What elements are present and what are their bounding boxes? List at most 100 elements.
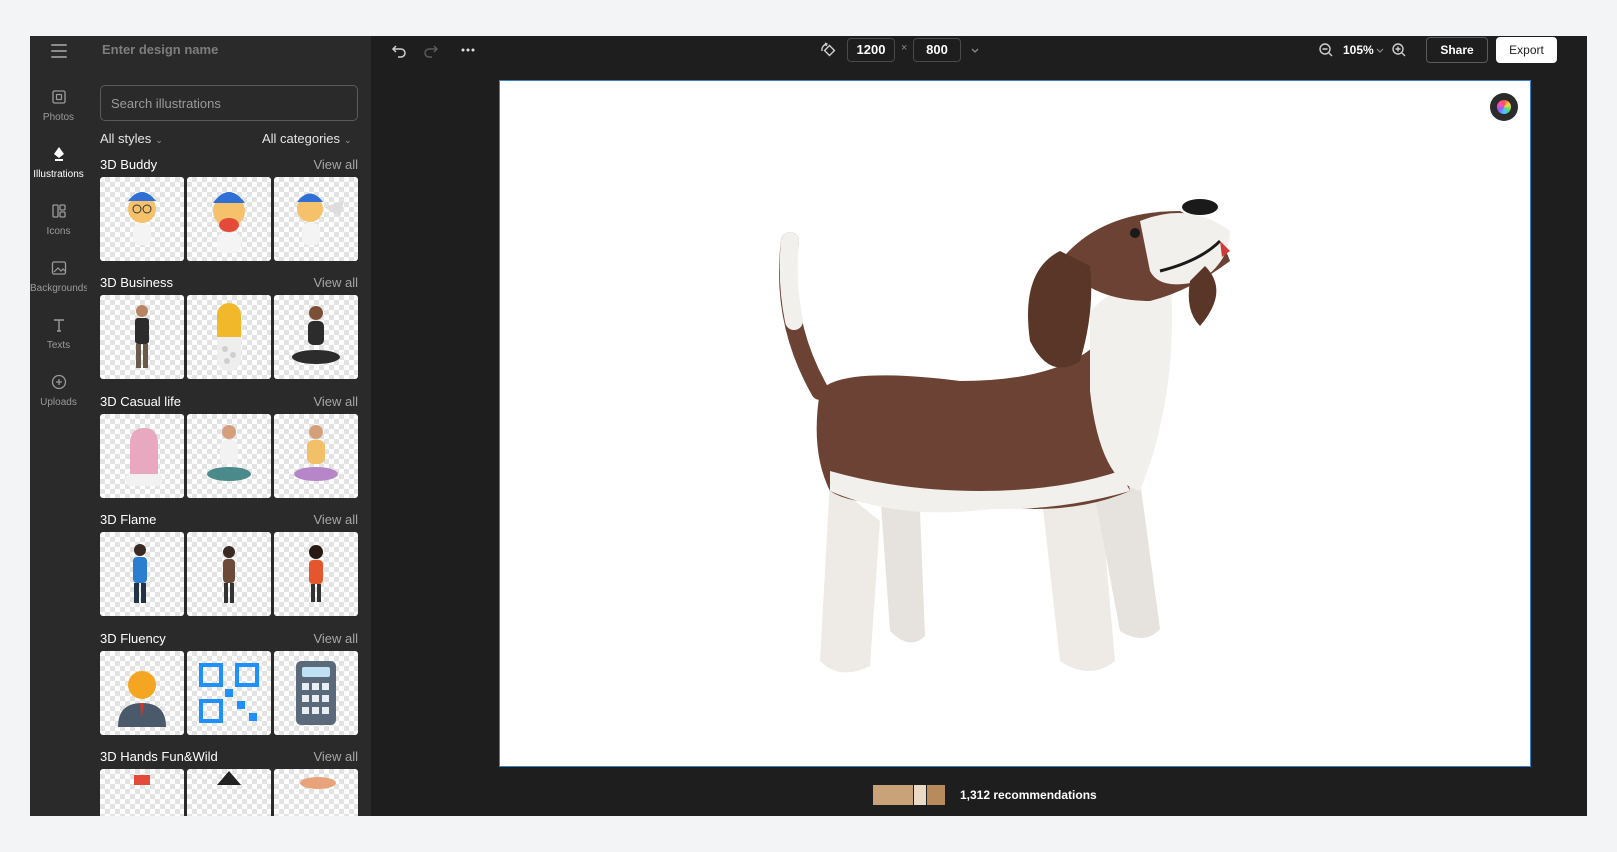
view-all-link[interactable]: View all: [313, 157, 358, 172]
zoom-in-icon[interactable]: [1391, 42, 1407, 58]
section-title: 3D Fluency: [100, 631, 166, 646]
standing-man-icon: [133, 544, 147, 603]
export-button[interactable]: Export: [1496, 37, 1557, 63]
style-filter-label: All styles: [100, 131, 152, 146]
rail-label: Backgrounds: [30, 283, 89, 294]
recommendation-thumb: [914, 785, 926, 805]
image-icon: [51, 261, 66, 275]
view-all-link[interactable]: View all: [313, 275, 358, 290]
view-all-link[interactable]: View all: [313, 512, 358, 527]
section-title: 3D Casual life: [100, 394, 181, 409]
rotate-icon[interactable]: [819, 41, 837, 59]
hand-icon: [134, 775, 150, 785]
rail-item-illustrations[interactable]: Illustrations: [30, 145, 87, 180]
chevron-down-icon[interactable]: [969, 45, 981, 57]
section-3d-business: 3D Business View all: [100, 275, 358, 379]
design-canvas[interactable]: [499, 80, 1531, 767]
section-3d-casual-life: 3D Casual life View all: [100, 394, 358, 498]
height-input[interactable]: 800: [913, 38, 961, 62]
search-input[interactable]: [100, 85, 358, 121]
hand-icon: [300, 777, 336, 789]
category-filter-dropdown[interactable]: All categories ⌄: [262, 131, 352, 146]
buddy-figure-icon: [297, 193, 344, 245]
illustration-thumb[interactable]: [274, 295, 358, 379]
illustration-thumb[interactable]: [187, 295, 271, 379]
rail-item-uploads[interactable]: Uploads: [30, 373, 87, 408]
recommendations-count: 1,312 recommendations: [960, 788, 1097, 802]
chevron-down-icon: ⌄: [344, 135, 352, 145]
illustration-thumb[interactable]: [100, 769, 184, 816]
menu-icon[interactable]: [51, 44, 67, 58]
mitten-icon: [126, 428, 162, 486]
rail-label: Illustrations: [33, 169, 84, 180]
text-icon: [53, 319, 64, 332]
qr-code-icon: [199, 663, 259, 723]
meditating-woman-icon: [294, 425, 338, 481]
zoom-level[interactable]: 105%: [1343, 43, 1374, 57]
illustration-thumb[interactable]: [100, 532, 184, 616]
illustration-thumb[interactable]: [100, 295, 184, 379]
illustration-thumb[interactable]: [187, 651, 271, 735]
section-3d-hands-fun-wild: 3D Hands Fun&Wild View all: [100, 749, 358, 816]
standing-woman-icon: [309, 545, 323, 602]
editor-app: Photos Illustrations Icons Backgrounds T…: [30, 36, 1587, 816]
buddy-figure-icon: [213, 192, 245, 253]
undo-icon[interactable]: [391, 42, 407, 58]
redo-icon[interactable]: [423, 42, 439, 58]
shapes-icon: [51, 204, 66, 218]
illustration-thumb[interactable]: [187, 177, 271, 261]
view-all-link[interactable]: View all: [313, 749, 358, 764]
illustration-thumb[interactable]: [274, 769, 358, 816]
illustration-thumb[interactable]: [274, 532, 358, 616]
top-toolbar: 1200 × 800 105% Share Export: [371, 36, 1587, 64]
section-title: 3D Hands Fun&Wild: [100, 749, 218, 764]
section-title: 3D Buddy: [100, 157, 158, 172]
chevron-down-icon: ⌄: [155, 135, 163, 145]
style-filter-dropdown[interactable]: All styles ⌄: [100, 131, 163, 146]
left-rail: Photos Illustrations Icons Backgrounds T…: [30, 36, 89, 816]
photo-icon: [51, 90, 66, 104]
rail-label: Icons: [46, 226, 71, 237]
section-3d-buddy: 3D Buddy View all: [100, 157, 358, 261]
view-all-link[interactable]: View all: [313, 394, 358, 409]
meditating-man-icon: [207, 425, 251, 481]
rail-label: Photos: [42, 112, 75, 123]
illustration-thumb[interactable]: [100, 651, 184, 735]
illustration-thumb[interactable]: [187, 532, 271, 616]
dog-illustration[interactable]: [760, 191, 1260, 691]
color-wheel-icon: [1497, 100, 1511, 114]
rail-item-icons[interactable]: Icons: [30, 202, 87, 237]
avatar-icon: [118, 671, 166, 727]
recommendation-thumb: [927, 785, 945, 805]
illustrations-panel: Enter design name All styles⌄ All catego…: [87, 36, 371, 816]
category-filter-label: All categories: [262, 131, 341, 146]
illustration-thumb[interactable]: [187, 414, 271, 498]
view-all-link[interactable]: View all: [313, 631, 358, 646]
standing-man-icon: [223, 546, 235, 603]
illustration-thumb[interactable]: [274, 651, 358, 735]
illustration-thumb[interactable]: [100, 177, 184, 261]
rail-label: Uploads: [40, 397, 77, 408]
pill-icon: [217, 303, 241, 371]
sitting-person-icon: [292, 306, 340, 364]
width-input[interactable]: 1200: [847, 38, 895, 62]
design-name-input[interactable]: Enter design name: [102, 42, 218, 57]
section-3d-fluency: 3D Fluency View all: [100, 631, 358, 735]
buddy-figure-icon: [128, 192, 156, 245]
chevron-down-icon[interactable]: [1375, 46, 1385, 56]
rail-item-texts[interactable]: Texts: [30, 316, 87, 351]
rail-item-photos[interactable]: Photos: [30, 88, 87, 123]
rail-item-backgrounds[interactable]: Backgrounds: [30, 259, 89, 294]
recommendation-thumbnails: [873, 785, 945, 805]
illustration-thumb[interactable]: [187, 769, 271, 816]
illustration-thumb[interactable]: [100, 414, 184, 498]
upload-icon: [51, 374, 66, 390]
section-title: 3D Business: [100, 275, 173, 290]
share-button[interactable]: Share: [1426, 37, 1488, 63]
hand-icon: [217, 771, 241, 785]
more-options-icon[interactable]: [460, 42, 476, 58]
illustration-thumb[interactable]: [274, 177, 358, 261]
illustration-thumb[interactable]: [274, 414, 358, 498]
zoom-out-icon[interactable]: [1318, 42, 1334, 58]
color-picker-button[interactable]: [1490, 93, 1518, 121]
